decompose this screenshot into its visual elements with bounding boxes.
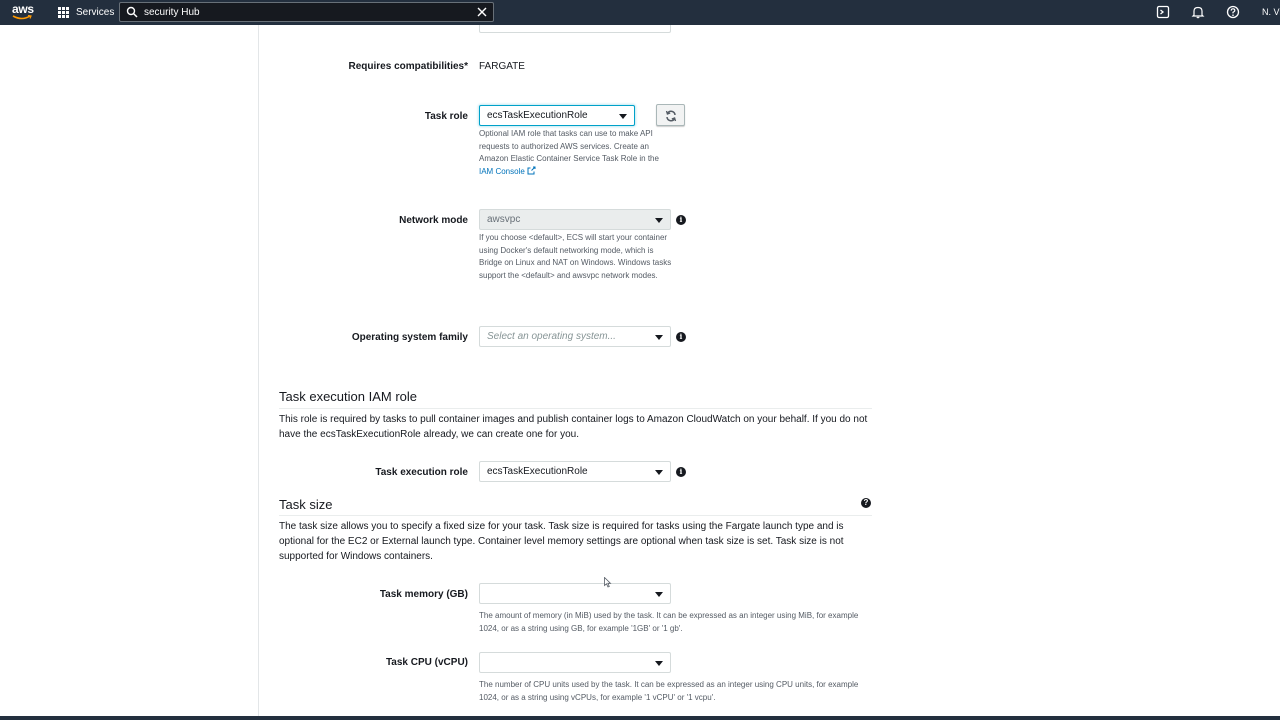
network-mode-label: Network mode — [399, 215, 468, 226]
task-role-selected-value: ecsTaskExecutionRole — [487, 110, 588, 121]
aws-logo-text: aws — [12, 2, 34, 16]
top-navigation: aws Services N. Vi — [0, 0, 1280, 25]
services-label: Services — [76, 7, 115, 18]
requires-compatibilities-value: FARGATE — [479, 61, 525, 72]
task-size-section-title: Task size — [279, 497, 333, 512]
help-icon[interactable] — [1226, 5, 1240, 19]
task-execution-role-section-title: Task execution IAM role — [279, 389, 418, 404]
chevron-down-icon — [655, 335, 663, 340]
search-box — [119, 2, 494, 22]
chevron-down-icon — [655, 218, 663, 223]
iam-console-link-label: IAM Console — [479, 166, 525, 176]
task-execution-role-selected-value: ecsTaskExecutionRole — [487, 466, 588, 477]
chevron-down-icon — [619, 114, 627, 119]
network-mode-select[interactable]: awsvpc — [479, 209, 671, 230]
section-divider — [279, 408, 872, 409]
task-role-help-text: Optional IAM role that tasks can use to … — [479, 128, 674, 178]
grid-menu-icon — [58, 6, 70, 19]
bottom-bar — [0, 716, 1280, 720]
notifications-bell-icon[interactable] — [1191, 5, 1205, 19]
section-divider — [279, 515, 872, 516]
info-icon[interactable]: i — [676, 332, 686, 342]
task-memory-help-text: The amount of memory (in MiB) used by th… — [479, 611, 859, 633]
chevron-down-icon — [655, 470, 663, 475]
question-circle-icon[interactable]: ? — [861, 498, 871, 508]
chevron-down-icon — [655, 592, 663, 597]
task-memory-label: Task memory (GB) — [379, 589, 468, 600]
search-input[interactable] — [144, 4, 474, 20]
refresh-task-roles-button[interactable] — [656, 104, 685, 126]
task-execution-role-label: Task execution role — [375, 467, 468, 478]
mouse-cursor-icon — [604, 577, 612, 588]
external-link-icon — [527, 166, 536, 174]
network-mode-selected-value: awsvpc — [487, 214, 521, 225]
os-family-label: Operating system family — [351, 332, 468, 343]
content-panel-border — [258, 25, 259, 720]
info-icon[interactable]: i — [676, 467, 686, 477]
task-role-select[interactable]: ecsTaskExecutionRole — [479, 105, 635, 126]
truncated-field-above — [479, 25, 671, 33]
task-cpu-label: Task CPU (vCPU) — [385, 657, 468, 668]
os-family-placeholder: Select an operating system... — [487, 331, 616, 342]
aws-logo[interactable]: aws — [12, 3, 36, 21]
task-size-description: The task size allows you to specify a fi… — [279, 521, 844, 562]
requires-compatibilities-label: Requires compatibilities* — [348, 61, 468, 72]
task-cpu-help-text: The number of CPU units used by the task… — [479, 680, 859, 702]
iam-console-link[interactable]: IAM Console — [479, 166, 536, 176]
cloudshell-icon[interactable] — [1156, 5, 1170, 19]
clear-search-icon[interactable] — [476, 6, 488, 18]
services-menu-button[interactable]: Services — [58, 6, 114, 19]
task-cpu-select[interactable] — [479, 652, 671, 673]
task-memory-select[interactable] — [479, 583, 671, 604]
task-role-help-body: Optional IAM role that tasks can use to … — [479, 129, 659, 163]
info-icon[interactable]: i — [676, 215, 686, 225]
network-mode-help-text: If you choose <default>, ECS will start … — [479, 233, 672, 280]
task-execution-role-select[interactable]: ecsTaskExecutionRole — [479, 461, 671, 482]
chevron-down-icon — [655, 661, 663, 666]
task-execution-role-description: This role is required by tasks to pull c… — [279, 414, 868, 440]
refresh-icon — [665, 110, 677, 122]
region-selector[interactable]: N. Vi — [1262, 7, 1280, 17]
search-icon — [126, 6, 138, 18]
task-role-label: Task role — [424, 111, 468, 122]
os-family-select[interactable]: Select an operating system... — [479, 326, 671, 347]
